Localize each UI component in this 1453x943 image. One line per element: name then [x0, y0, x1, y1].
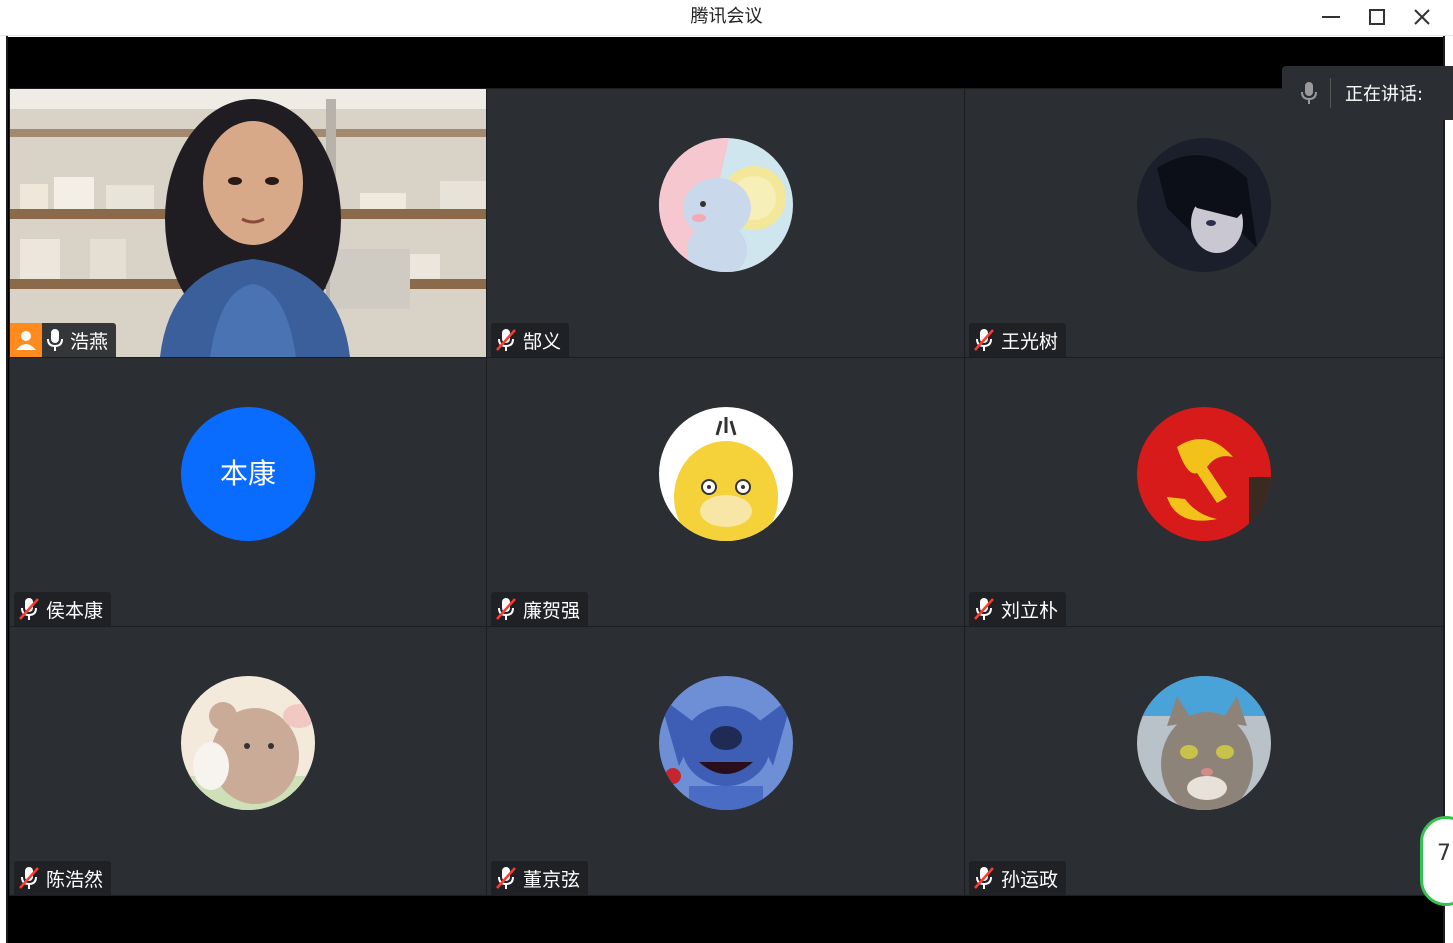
speaking-label: 正在讲话:	[1345, 84, 1424, 105]
left-window-edge	[0, 36, 8, 943]
microphone-muted-icon	[974, 598, 994, 620]
right-window-edge	[1443, 36, 1453, 943]
microphone-muted-icon	[496, 867, 516, 889]
mouse-avatar	[658, 138, 793, 272]
maximize-icon	[1369, 9, 1385, 25]
participant-tile[interactable]: 王光树	[964, 88, 1444, 358]
participant-name-bar: 王光树	[969, 323, 1067, 357]
participant-tile[interactable]: 董京弦	[486, 626, 965, 896]
window-title: 腾讯会议	[690, 6, 763, 27]
microphone-muted-icon	[974, 329, 994, 351]
participant-name-bar: 廉贺强	[491, 592, 589, 626]
participant-name-bar: 陈浩然	[14, 861, 112, 895]
party-emblem-avatar	[1137, 407, 1271, 541]
minimize-icon	[1322, 16, 1340, 18]
participant-name: 王光树	[1001, 330, 1059, 353]
participant-name-bar: 郜义	[491, 323, 570, 357]
participant-name-bar: 刘立朴	[969, 592, 1067, 626]
close-icon	[1414, 9, 1430, 25]
participant-tile[interactable]: 郜义	[486, 88, 965, 358]
participant-name: 浩燕	[70, 330, 109, 353]
microphone-muted-icon	[19, 598, 39, 620]
minimize-button[interactable]	[1307, 0, 1353, 34]
title-bar: 腾讯会议	[0, 0, 1453, 36]
bear-avatar	[181, 676, 315, 810]
cat-avatar	[1137, 676, 1271, 810]
participant-name-bar: 侯本康	[14, 592, 112, 626]
close-button[interactable]	[1398, 0, 1444, 34]
host-badge	[10, 323, 42, 357]
camera-video-feed	[10, 89, 486, 357]
microphone-muted-icon	[496, 598, 516, 620]
participant-tile[interactable]: 刘立朴	[964, 357, 1444, 627]
participant-name-bar: 浩燕	[10, 323, 117, 357]
participant-name: 董京弦	[523, 868, 581, 891]
microphone-muted-icon	[496, 329, 516, 351]
participant-tile[interactable]: 陈浩然	[9, 626, 487, 896]
microphone-muted-icon	[974, 867, 994, 889]
microphone-icon	[47, 329, 63, 351]
video-grid: 浩燕 郜义 王光树 本康 侯本康 廉贺强 刘立朴 陈浩然 董京弦 孙运政	[8, 37, 1444, 943]
duck-avatar	[658, 407, 793, 541]
initials-avatar: 本康	[181, 407, 315, 541]
microphone-muted-icon	[19, 867, 39, 889]
participant-tile[interactable]: 廉贺强	[486, 357, 965, 627]
microphone-icon	[1301, 82, 1317, 104]
participant-name: 郜义	[523, 330, 562, 353]
participant-tile[interactable]: 孙运政	[964, 626, 1444, 896]
participant-tile[interactable]: 本康 侯本康	[9, 357, 487, 627]
anime-boy-avatar	[1137, 138, 1271, 272]
participant-name-bar: 孙运政	[969, 861, 1067, 895]
participant-name: 陈浩然	[46, 868, 104, 891]
participant-name: 孙运政	[1001, 868, 1059, 891]
participant-name: 廉贺强	[523, 599, 581, 622]
participant-name: 侯本康	[46, 599, 104, 622]
divider	[1330, 78, 1331, 108]
maximize-button[interactable]	[1353, 0, 1399, 34]
participant-name: 刘立朴	[1001, 599, 1059, 622]
network-value: 7	[1437, 841, 1451, 866]
user-icon	[16, 331, 36, 350]
speaking-indicator[interactable]: 正在讲话:	[1282, 66, 1453, 120]
network-status-badge[interactable]: 7	[1420, 816, 1453, 906]
participant-tile-video[interactable]: 浩燕	[9, 88, 487, 358]
participant-name-bar: 董京弦	[491, 861, 589, 895]
stitch-avatar	[658, 676, 793, 810]
